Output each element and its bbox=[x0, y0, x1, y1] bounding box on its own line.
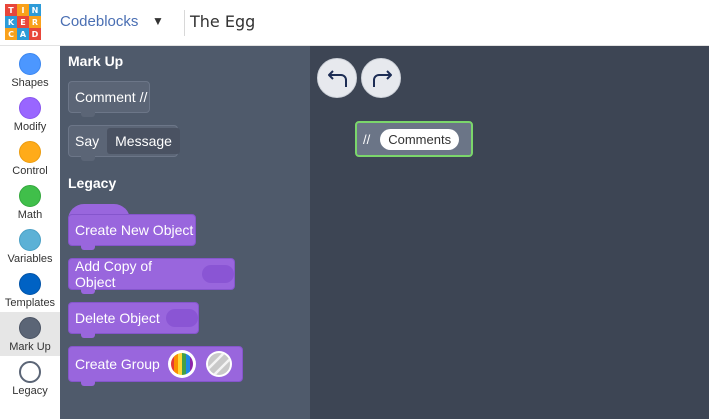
shapes-category-icon bbox=[19, 53, 41, 75]
category-label: Shapes bbox=[11, 77, 49, 89]
undo-button[interactable] bbox=[317, 58, 357, 98]
category-shapes[interactable]: Shapes bbox=[0, 48, 60, 92]
logo-letter: R bbox=[29, 16, 41, 28]
block-label: Create New Object bbox=[75, 222, 194, 238]
logo-letter: K bbox=[5, 16, 17, 28]
block-connector bbox=[81, 112, 95, 117]
modify-category-icon bbox=[19, 97, 41, 119]
markup-category-icon bbox=[19, 317, 41, 339]
block-label: Delete Object bbox=[75, 310, 160, 326]
comment-slash-label: // bbox=[363, 131, 371, 147]
say-block-label: Say bbox=[75, 133, 100, 149]
category-markup[interactable]: Mark Up bbox=[0, 312, 60, 356]
legacy-category-icon bbox=[19, 361, 41, 383]
say-message-input[interactable]: Message bbox=[107, 128, 180, 154]
object-input-slot[interactable] bbox=[202, 265, 234, 283]
codeblocks-app: T I N K E R C A D Codeblocks ▼ The Egg S… bbox=[0, 0, 709, 419]
rainbow-color-swatch-icon[interactable] bbox=[167, 350, 196, 378]
logo-letter: N bbox=[29, 4, 41, 16]
redo-button[interactable] bbox=[361, 58, 401, 98]
legacy-section-title: Legacy bbox=[68, 175, 117, 191]
category-math[interactable]: Math bbox=[0, 180, 60, 224]
block-connector bbox=[81, 333, 95, 338]
category-label: Math bbox=[17, 209, 43, 221]
markup-section-title: Mark Up bbox=[68, 53, 124, 69]
comment-block[interactable]: Comment // bbox=[68, 81, 150, 117]
logo-letter: D bbox=[29, 28, 41, 40]
category-control[interactable]: Control bbox=[0, 136, 60, 180]
header-divider bbox=[184, 10, 185, 36]
code-workspace[interactable] bbox=[310, 46, 709, 419]
add-copy-of-object-block[interactable]: Add Copy of Object bbox=[68, 258, 235, 294]
object-input-slot[interactable] bbox=[165, 309, 198, 327]
variables-category-icon bbox=[19, 229, 41, 251]
category-label: Variables bbox=[7, 253, 53, 265]
category-legacy[interactable]: Legacy bbox=[0, 356, 60, 400]
hole-swatch-icon[interactable] bbox=[205, 351, 232, 377]
logo-letter: C bbox=[5, 28, 17, 40]
block-connector bbox=[81, 245, 95, 250]
category-label: Mark Up bbox=[9, 341, 51, 353]
chevron-down-icon[interactable]: ▼ bbox=[152, 14, 164, 28]
logo-letter: A bbox=[17, 28, 29, 40]
breadcrumb-codeblocks[interactable]: Codeblocks bbox=[60, 13, 138, 30]
redo-icon bbox=[373, 70, 392, 87]
category-label: Legacy bbox=[12, 385, 48, 397]
logo-letter: I bbox=[17, 4, 29, 16]
category-label: Modify bbox=[13, 121, 47, 133]
category-variables[interactable]: Variables bbox=[0, 224, 60, 268]
block-connector bbox=[81, 289, 95, 294]
undo-icon bbox=[328, 70, 347, 87]
category-label: Control bbox=[12, 165, 48, 177]
workspace-comment-block[interactable]: // Comments bbox=[355, 121, 473, 157]
category-modify[interactable]: Modify bbox=[0, 92, 60, 136]
logo-letter: E bbox=[17, 16, 29, 28]
create-group-block[interactable]: Create Group bbox=[68, 346, 243, 386]
delete-object-block[interactable]: Delete Object bbox=[68, 302, 199, 338]
category-templates[interactable]: Templates bbox=[0, 268, 60, 312]
comment-block-label: Comment // bbox=[75, 89, 148, 105]
control-category-icon bbox=[19, 141, 41, 163]
top-bar: T I N K E R C A D Codeblocks ▼ The Egg bbox=[0, 0, 709, 46]
project-title[interactable]: The Egg bbox=[190, 12, 255, 31]
templates-category-icon bbox=[19, 273, 41, 295]
tinkercad-logo[interactable]: T I N K E R C A D bbox=[5, 4, 41, 40]
category-rail: Shapes Modify Control Math Variables Tem… bbox=[0, 46, 60, 419]
say-block[interactable]: Say Message bbox=[68, 125, 180, 161]
block-connector bbox=[81, 156, 95, 161]
comment-text-input[interactable]: Comments bbox=[380, 128, 460, 150]
category-label: Templates bbox=[4, 297, 56, 309]
block-label: Create Group bbox=[75, 356, 160, 372]
block-label: Add Copy of Object bbox=[75, 258, 153, 290]
logo-letter: T bbox=[5, 4, 17, 16]
block-connector bbox=[81, 381, 95, 386]
math-category-icon bbox=[19, 185, 41, 207]
create-new-object-block[interactable]: Create New Object bbox=[68, 214, 196, 250]
